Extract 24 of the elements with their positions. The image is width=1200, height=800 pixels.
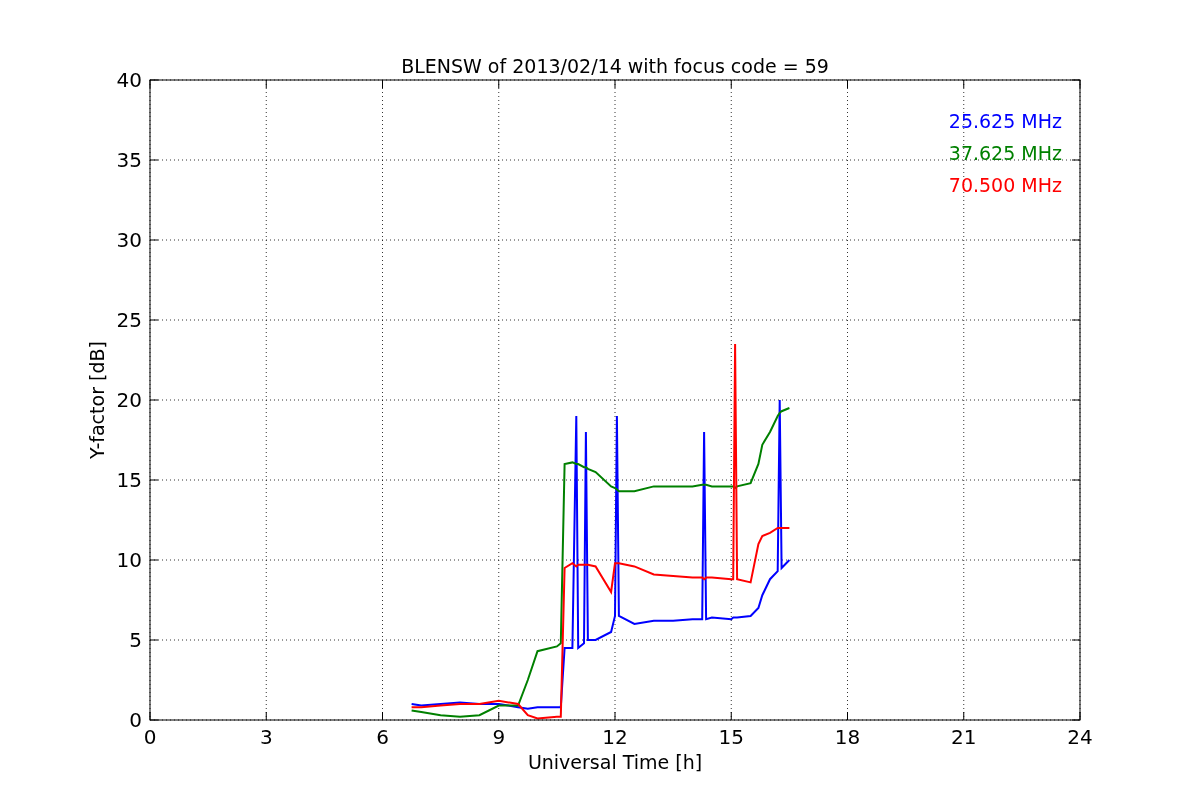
legend-label: 70.500 MHz [948, 174, 1062, 196]
legend-label: 25.625 MHz [948, 110, 1062, 132]
x-tick-label: 21 [951, 725, 977, 749]
x-tick-label: 12 [602, 725, 628, 749]
y-axis-label: Y-factor [dB] [86, 341, 108, 459]
x-tick-label: 3 [259, 725, 273, 749]
y-tick-label: 35 [116, 148, 142, 172]
x-tick-label: 18 [834, 725, 861, 749]
chart-title: BLENSW of 2013/02/14 with focus code = 59 [401, 55, 829, 77]
y-tick-label: 25 [116, 308, 142, 332]
y-tick-label: 15 [116, 468, 142, 492]
x-tick-label: 24 [1067, 725, 1093, 749]
x-tick-label: 9 [492, 725, 506, 749]
y-tick-label: 30 [116, 228, 142, 252]
y-tick-label: 5 [129, 628, 142, 652]
y-tick-label: 40 [116, 68, 142, 92]
x-tick-label: 6 [376, 725, 389, 749]
x-axis-label: Universal Time [h] [527, 751, 703, 773]
x-tick-label: 0 [143, 725, 157, 749]
legend-label: 37.625 MHz [948, 142, 1062, 164]
x-tick-label: 15 [718, 725, 744, 749]
y-tick-label: 20 [116, 388, 142, 412]
y-tick-label: 0 [129, 708, 142, 732]
y-tick-label: 10 [116, 548, 142, 572]
